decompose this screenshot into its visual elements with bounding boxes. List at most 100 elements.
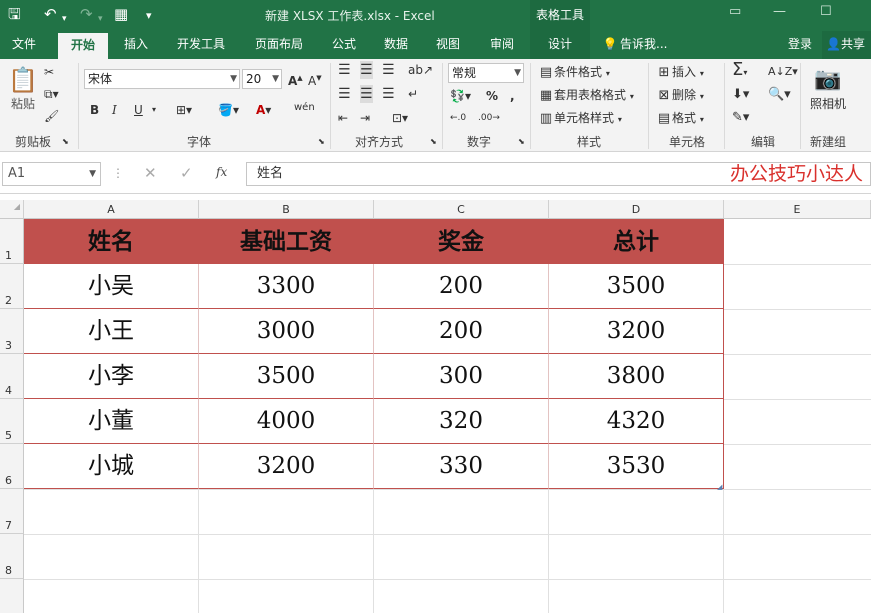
- conditional-formatting-button[interactable]: ▤ 条件格式 ▾: [538, 63, 610, 83]
- align-right-icon[interactable]: ☰: [382, 85, 395, 103]
- increase-decimal-icon[interactable]: ←.0: [450, 109, 466, 127]
- fill-down-icon[interactable]: ⬇▾: [732, 86, 749, 104]
- row-header-7[interactable]: 7: [0, 489, 24, 534]
- table-cell[interactable]: 小吴: [24, 264, 199, 309]
- align-bottom-icon[interactable]: ☰: [382, 61, 395, 79]
- row-header-4[interactable]: 4: [0, 354, 24, 399]
- table-header-base-salary[interactable]: 基础工资: [199, 219, 374, 264]
- table-cell[interactable]: 320: [374, 399, 549, 444]
- minimize-icon[interactable]: —: [773, 4, 786, 19]
- table-cell[interactable]: 330: [374, 444, 549, 489]
- increase-font-size-icon[interactable]: A▲: [288, 69, 303, 90]
- redo-icon[interactable]: ↷: [80, 4, 93, 24]
- paste-button[interactable]: 📋 粘贴: [6, 65, 40, 113]
- table-header-total[interactable]: 总计: [549, 219, 724, 264]
- camera-button[interactable]: 📷 照相机: [806, 65, 850, 113]
- font-color-icon[interactable]: A▾: [256, 101, 271, 119]
- tab-view[interactable]: 视图: [426, 31, 470, 59]
- column-header-c[interactable]: C: [374, 200, 549, 219]
- tab-developer[interactable]: 开发工具: [168, 31, 234, 59]
- tab-review[interactable]: 审阅: [480, 31, 524, 59]
- align-left-icon[interactable]: ☰: [338, 85, 351, 103]
- table-cell[interactable]: 3000: [199, 309, 374, 354]
- format-painter-icon[interactable]: 🖌: [44, 107, 59, 125]
- format-cells-button[interactable]: ▤ 格式 ▾: [656, 109, 704, 129]
- borders-icon[interactable]: ⊞▾: [176, 101, 192, 119]
- accounting-format-icon[interactable]: 💱▾: [450, 87, 471, 105]
- row-header-5[interactable]: 5: [0, 399, 24, 444]
- find-select-icon[interactable]: 🔍▾: [768, 86, 791, 104]
- clipboard-launcher-icon[interactable]: ⬊: [62, 133, 69, 151]
- table-cell[interactable]: 3200: [549, 309, 724, 354]
- table-cell[interactable]: 小李: [24, 354, 199, 399]
- table-resize-handle-icon[interactable]: ◢: [717, 483, 722, 491]
- tab-home[interactable]: 开始: [58, 33, 108, 59]
- percent-style-icon[interactable]: %: [486, 87, 498, 105]
- cell-styles-button[interactable]: ▥ 单元格样式 ▾: [538, 109, 622, 129]
- save-icon[interactable]: 🖫: [8, 4, 21, 24]
- bold-icon[interactable]: B: [90, 101, 99, 119]
- format-as-table-button[interactable]: ▦ 套用表格格式 ▾: [538, 86, 634, 106]
- row-header-6[interactable]: 6: [0, 444, 24, 489]
- row-header-9[interactable]: [0, 579, 24, 613]
- tab-data[interactable]: 数据: [374, 31, 418, 59]
- tab-file[interactable]: 文件: [0, 31, 48, 59]
- confirm-entry-icon[interactable]: ✓: [180, 164, 193, 182]
- alignment-launcher-icon[interactable]: ⬊: [430, 133, 437, 151]
- autosum-icon[interactable]: Σ▾: [732, 61, 747, 82]
- customize-quick-access-icon[interactable]: ▾: [146, 6, 152, 26]
- fill-color-icon[interactable]: 🪣▾: [218, 101, 239, 119]
- align-middle-icon[interactable]: ☰: [360, 61, 373, 79]
- table-cell[interactable]: 4320: [549, 399, 724, 444]
- font-name-combo[interactable]: 宋体 ▼: [84, 69, 240, 89]
- table-cell[interactable]: 200: [374, 309, 549, 354]
- row-header-3[interactable]: 3: [0, 309, 24, 354]
- table-cell[interactable]: 3530: [549, 444, 724, 489]
- calculator-icon[interactable]: ▦: [114, 4, 128, 24]
- align-top-icon[interactable]: ☰: [338, 61, 351, 79]
- table-header-name[interactable]: 姓名: [24, 219, 199, 264]
- ribbon-display-options-icon[interactable]: ▭: [729, 4, 741, 19]
- font-launcher-icon[interactable]: ⬊: [318, 133, 325, 151]
- table-cell[interactable]: 3500: [199, 354, 374, 399]
- select-all-corner[interactable]: ◢: [0, 200, 24, 219]
- tab-insert[interactable]: 插入: [114, 31, 158, 59]
- copy-icon[interactable]: ⧉▾: [44, 85, 59, 103]
- merge-center-icon[interactable]: ⊡▾: [392, 109, 408, 127]
- table-cell[interactable]: 小王: [24, 309, 199, 354]
- table-cell[interactable]: 3300: [199, 264, 374, 309]
- table-cell[interactable]: 小董: [24, 399, 199, 444]
- column-header-d[interactable]: D: [549, 200, 724, 219]
- sort-filter-icon[interactable]: A↓Z▾: [768, 63, 798, 81]
- increase-indent-icon[interactable]: ⇥: [360, 109, 370, 127]
- comma-style-icon[interactable]: ,: [510, 87, 515, 105]
- table-cell[interactable]: 3800: [549, 354, 724, 399]
- tab-design[interactable]: 设计: [530, 31, 590, 59]
- underline-icon[interactable]: U: [134, 101, 143, 119]
- drag-handle-icon[interactable]: ⋮: [112, 166, 124, 180]
- insert-cells-button[interactable]: ⊞ 插入 ▾: [656, 63, 704, 83]
- insert-function-icon[interactable]: fx: [216, 165, 227, 179]
- cancel-entry-icon[interactable]: ✕: [144, 164, 157, 182]
- undo-dropdown-icon[interactable]: ▾: [62, 9, 67, 29]
- decrease-font-size-icon[interactable]: A▼: [308, 69, 322, 90]
- table-cell[interactable]: 3200: [199, 444, 374, 489]
- number-launcher-icon[interactable]: ⬊: [518, 133, 525, 151]
- font-size-combo[interactable]: 20 ▼: [242, 69, 282, 89]
- redo-dropdown-icon[interactable]: ▾: [98, 9, 103, 29]
- italic-icon[interactable]: I: [112, 101, 117, 119]
- wrap-text-icon[interactable]: ↵: [408, 85, 418, 103]
- table-cell[interactable]: 300: [374, 354, 549, 399]
- align-center-icon[interactable]: ☰: [360, 85, 373, 103]
- column-header-a[interactable]: A: [24, 200, 199, 219]
- name-box[interactable]: A1 ▼: [2, 162, 101, 186]
- tab-page-layout[interactable]: 页面布局: [246, 31, 312, 59]
- underline-dropdown-icon[interactable]: ▾: [152, 101, 156, 119]
- sign-in-link[interactable]: 登录: [782, 31, 818, 59]
- cut-icon[interactable]: ✂: [44, 63, 54, 81]
- row-header-2[interactable]: 2: [0, 264, 24, 309]
- row-header-8[interactable]: 8: [0, 534, 24, 579]
- number-format-combo[interactable]: 常规 ▼: [448, 63, 524, 83]
- table-cell[interactable]: 小城: [24, 444, 199, 489]
- orientation-icon[interactable]: ab↗: [408, 61, 433, 79]
